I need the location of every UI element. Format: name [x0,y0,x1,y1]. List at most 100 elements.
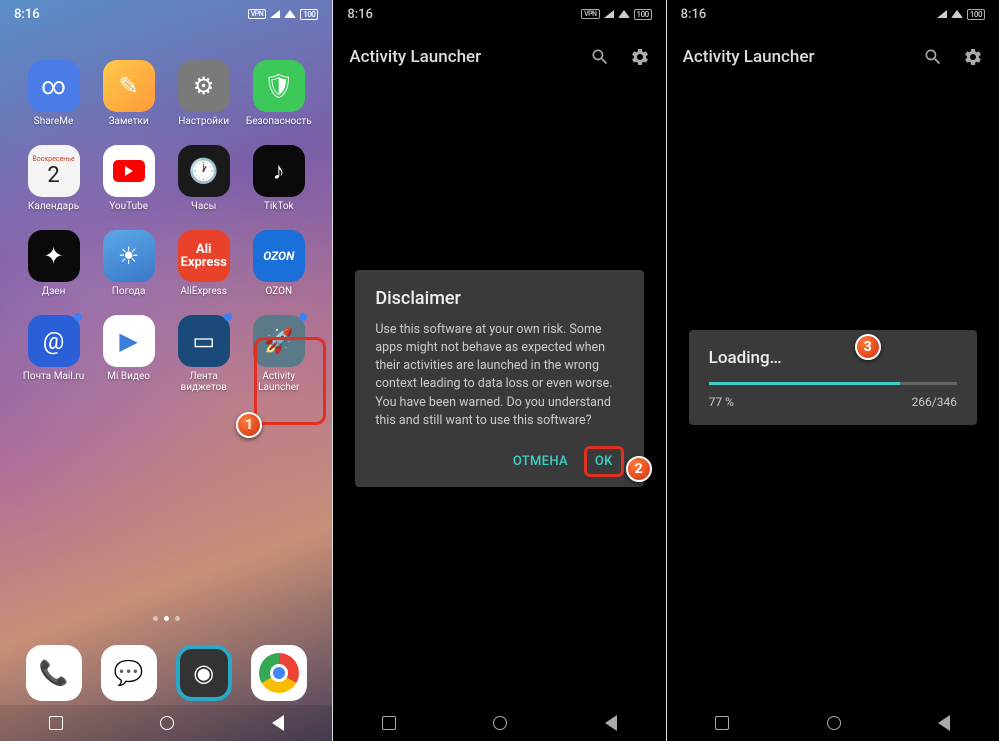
disclaimer-dialog: Disclaimer Use this software at your own… [355,270,643,487]
marker-1: 1 [236,412,262,438]
app-label: Безопасность [246,116,312,127]
pager [0,616,332,621]
statusbar-home: 8:16 VPN 100 [0,0,332,28]
app-label: Погода [112,286,146,297]
app-notes[interactable]: ✎ Заметки [91,60,166,127]
dzen-icon: ✦ [28,230,80,282]
app-clock[interactable]: 🕐Часы [166,145,241,212]
camera-icon[interactable]: ◉ [176,645,232,701]
nav-home-icon[interactable] [827,716,841,730]
messages-icon[interactable]: 💬 [101,645,157,701]
weather-icon: ☀ [103,230,155,282]
app-tiktok[interactable]: ♪ TikTok [241,145,316,212]
mail-icon: @ [28,315,80,367]
ali-icon: Ali Express [178,230,230,282]
screen-disclaimer: 8:16 VPN 100 Activity Launcher Disclaime… [333,0,665,741]
nav-recent-icon[interactable] [382,716,396,730]
vpn-icon: VPN [248,9,266,19]
battery-text: 100 [967,9,985,20]
gear-icon[interactable] [630,47,650,67]
nav-home-icon[interactable] [493,716,507,730]
pager-dot-active[interactable] [164,616,169,621]
navbar-3 [667,705,999,741]
app-widgets[interactable]: ▭Лента виджетов [166,315,241,393]
settings-icon: ⚙ [178,60,230,112]
search-icon[interactable] [923,47,943,67]
calendar-icon: Воскресенье2 [28,145,80,197]
signal-icon [270,10,280,18]
notes-icon: ✎ [103,60,155,112]
ozon-icon: OZON [253,230,305,282]
wifi-icon [618,10,630,18]
loading-title: Loading… [709,348,957,368]
app-ali[interactable]: Ali Express AliExpress [166,230,241,297]
nav-back-icon[interactable] [272,715,284,731]
app-shareme[interactable]: ∞ ShareMe [16,60,91,127]
signal-icon [604,10,614,18]
nav-back-icon[interactable] [938,715,950,731]
progress-fill [709,382,900,385]
app-label: Настройки [178,116,229,127]
vpn-icon: VPN [581,9,599,19]
app-label: Mi Видео [107,371,150,382]
appbar: Activity Launcher [667,34,999,80]
app-label: AliExpress [180,286,227,297]
statusbar-3: 8:16 100 [667,0,999,28]
mivideo-icon: ▶ [103,315,155,367]
app-label: TikTok [264,201,294,212]
screen-loading: 8:16 100 Activity Launcher Loading… 77 %… [667,0,999,741]
loading-card: Loading… 77 % 266/346 [689,330,977,425]
app-label: ShareMe [34,116,74,127]
statusbar-2: 8:16 VPN 100 [333,0,665,28]
battery-text: 100 [634,9,652,20]
signal-icon [937,10,947,18]
app-calendar[interactable]: Воскресенье2 Календарь [16,145,91,212]
app-label: Почта Mail.ru [23,371,85,382]
app-weather[interactable]: ☀ Погода [91,230,166,297]
cancel-button[interactable]: ОТМЕНА [503,446,578,477]
chrome-icon[interactable] [251,645,307,701]
dialog-body: Use this software at your own risk. Some… [375,321,623,430]
app-security[interactable]: 🛡Безопасность [241,60,316,127]
status-time: 8:16 [14,7,40,22]
status-icons: 100 [937,9,985,20]
battery-text: 100 [300,9,318,20]
nav-home-icon[interactable] [160,716,174,730]
status-time: 8:16 [681,7,707,22]
screen-home: 8:16 VPN 100 ∞ ShareMe ✎ Заметки ⚙ Настройки 🛡… [0,0,332,741]
appbar: Activity Launcher [333,34,665,80]
gear-icon[interactable] [963,47,983,67]
app-label: Дзен [42,286,66,297]
nav-recent-icon[interactable] [715,716,729,730]
loading-count: 266/346 [912,395,957,409]
app-label: YouTube [109,201,148,212]
navbar-home [0,705,332,741]
app-mivideo[interactable]: ▶ Mi Видео [91,315,166,393]
app-mail[interactable]: @ Почта Mail.ru [16,315,91,393]
app-label: Календарь [28,201,79,212]
widgets-icon: ▭ [178,315,230,367]
pager-dot[interactable] [153,616,158,621]
app-ozon[interactable]: OZONOZON [241,230,316,297]
wifi-icon [284,10,296,18]
pager-dot[interactable] [175,616,180,621]
tiktok-icon: ♪ [253,145,305,197]
app-dzen[interactable]: ✦ Дзен [16,230,91,297]
dialog-title: Disclaimer [375,288,623,309]
app-title: Activity Launcher [683,47,815,67]
wifi-icon [951,10,963,18]
loading-percent: 77 % [709,395,734,409]
dock: 📞 💬 ◉ [0,645,332,701]
nav-back-icon[interactable] [605,715,617,731]
shareme-icon: ∞ [28,60,80,112]
youtube-icon [103,145,155,197]
highlight-activity-launcher [254,337,326,425]
app-youtube[interactable]: YouTube [91,145,166,212]
nav-recent-icon[interactable] [49,716,63,730]
app-settings[interactable]: ⚙ Настройки [166,60,241,127]
app-label: Заметки [109,116,149,127]
app-label: Часы [191,201,216,212]
phone-icon[interactable]: 📞 [26,645,82,701]
ok-button[interactable]: OK [584,446,624,477]
search-icon[interactable] [590,47,610,67]
